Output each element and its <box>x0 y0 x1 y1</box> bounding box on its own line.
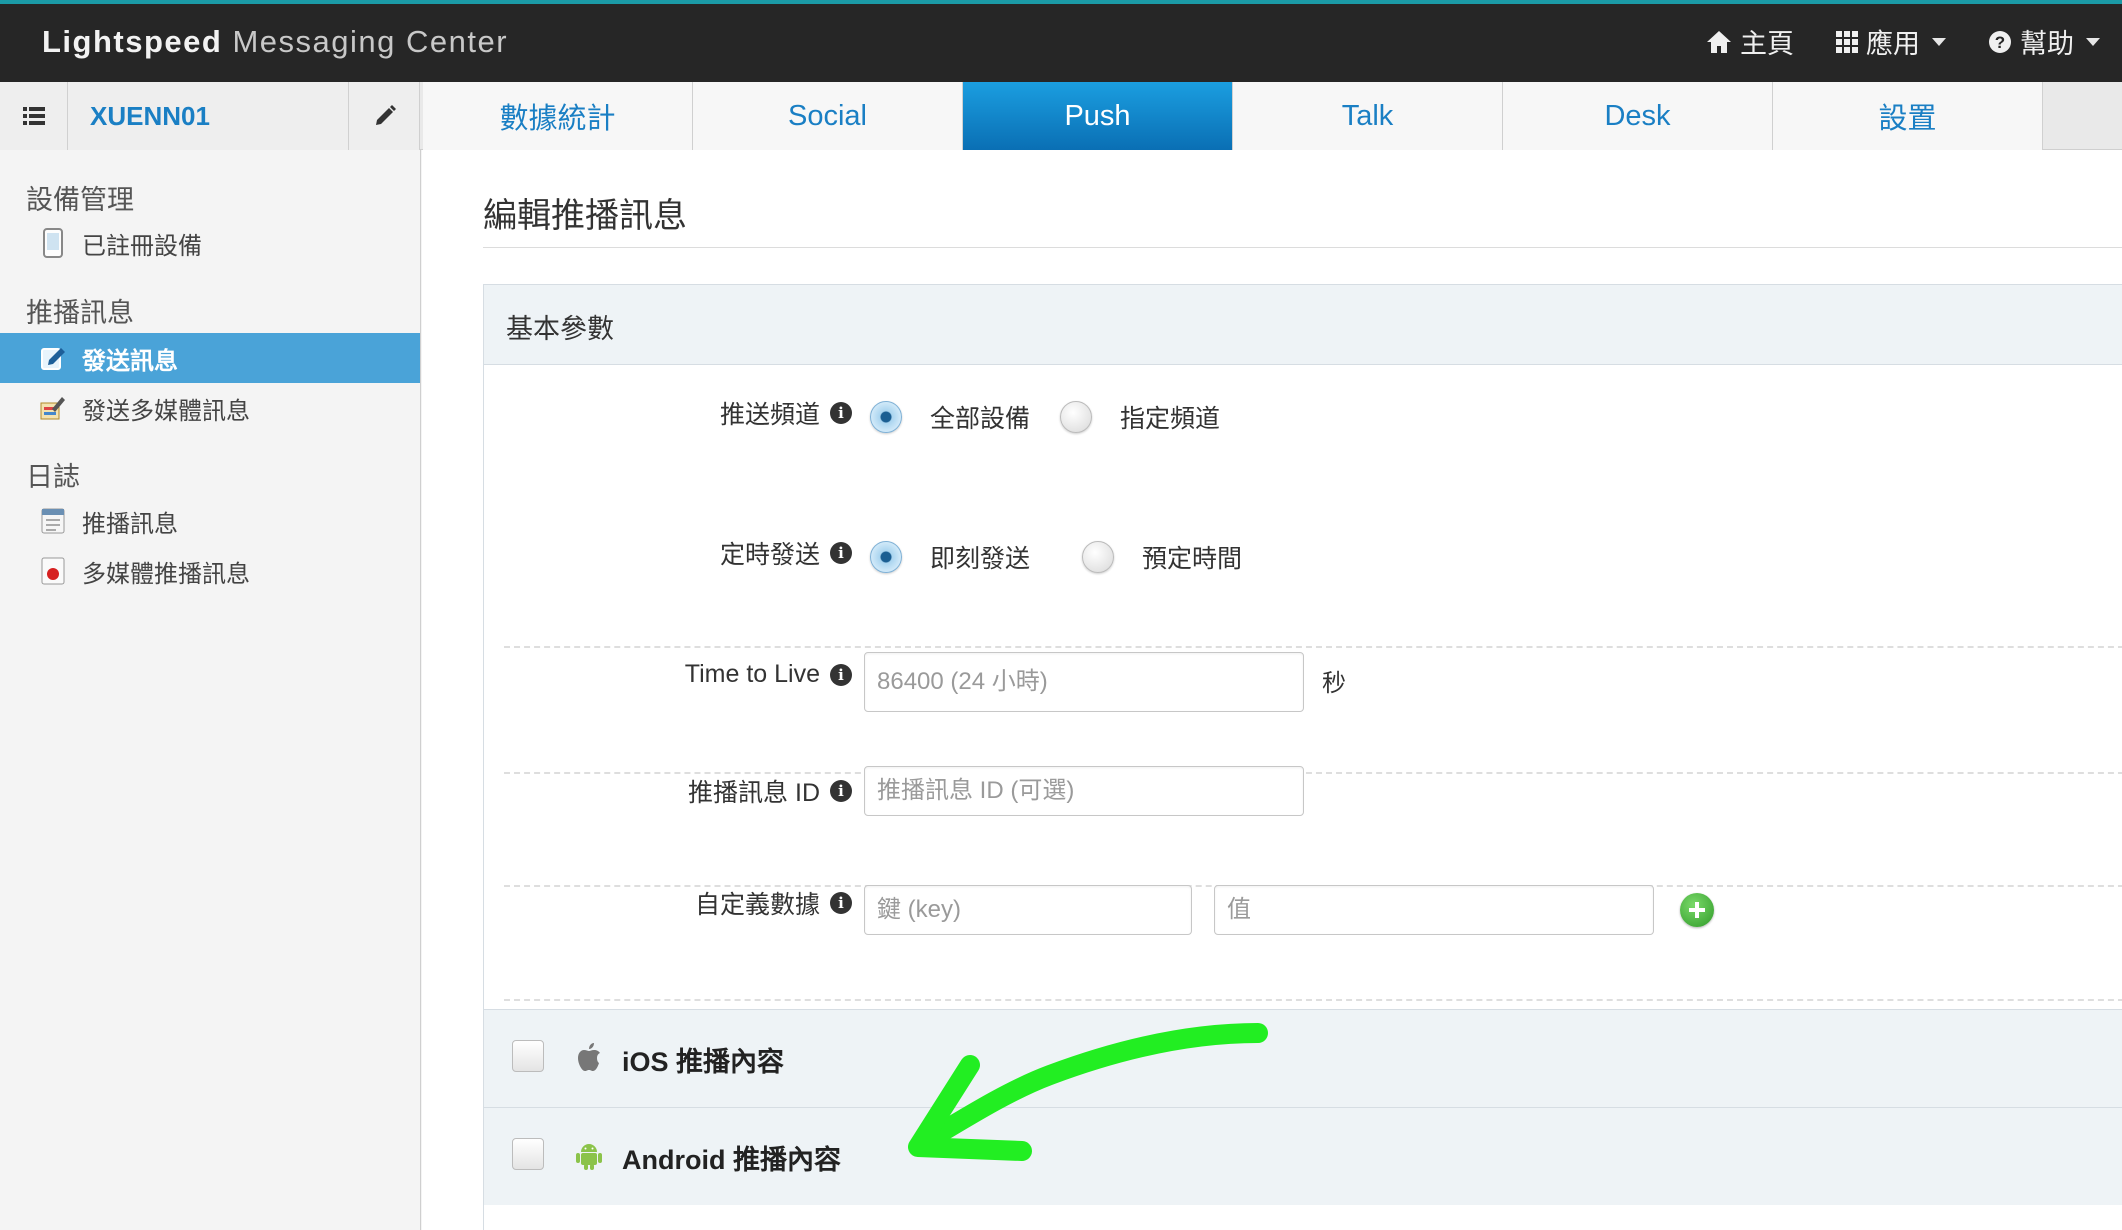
sidebar: 設備管理 已註冊設備 推播訊息 發送訊息 發送多媒體訊息 日誌 推播訊息 多媒體… <box>0 150 421 1230</box>
home-icon <box>1707 30 1731 53</box>
android-section-checkbox[interactable] <box>512 1138 544 1170</box>
plus-icon <box>1689 902 1705 918</box>
app-name[interactable]: XUENN01 <box>90 101 210 132</box>
channel-label: 推送頻道 i <box>720 395 852 431</box>
main-tabs: 數據統計 Social Push Talk Desk 設置 <box>423 82 2043 166</box>
edit-message-icon <box>40 343 66 373</box>
panel-title: 基本參數 <box>506 314 614 344</box>
basic-params-panel: 基本參數 推送頻道 i 全部設備 指定頻道 定時發送 i 即刻發送 預定時間 T… <box>483 284 2122 1230</box>
info-icon[interactable]: i <box>830 892 852 914</box>
push-id-label-text: 推播訊息 ID <box>688 779 820 807</box>
chevron-down-icon <box>1932 37 1946 46</box>
home-link[interactable]: 主頁 <box>1706 22 1794 61</box>
apps-label: 應用 <box>1866 29 1920 59</box>
custom-key-input[interactable] <box>864 885 1192 935</box>
top-bar: Lightspeed Messaging Center 主頁 應用 ? 幫助 <box>0 0 2122 82</box>
info-icon[interactable]: i <box>830 780 852 802</box>
channel-all-devices-label[interactable]: 全部設備 <box>930 399 1030 435</box>
sidebar-item-send-message[interactable]: 發送訊息 <box>0 333 420 383</box>
help-icon: ? <box>1989 30 2011 53</box>
schedule-now-label[interactable]: 即刻發送 <box>930 539 1030 575</box>
android-section-row: Android 推播內容 <box>484 1107 2122 1205</box>
android-icon <box>576 1144 602 1170</box>
sidebar-heading-logs: 日誌 <box>26 462 80 492</box>
divider <box>504 999 2122 1001</box>
svg-text:?: ? <box>1995 33 2005 52</box>
info-icon[interactable]: i <box>830 542 852 564</box>
push-id-label: 推播訊息 ID i <box>688 773 852 809</box>
sidebar-heading-push-messages: 推播訊息 <box>26 298 134 328</box>
log-icon <box>40 506 66 536</box>
help-label: 幫助 <box>2020 29 2074 59</box>
ttl-label-text: Time to Live <box>684 660 820 688</box>
channel-label-text: 推送頻道 <box>719 401 820 429</box>
custom-value-input[interactable] <box>1214 885 1654 935</box>
ttl-label: Time to Live i <box>685 660 852 689</box>
apple-icon <box>578 1043 600 1071</box>
sidebar-item-label: 已註冊設備 <box>82 232 202 260</box>
channel-specific-label[interactable]: 指定頻道 <box>1120 399 1220 435</box>
sidebar-item-label: 發送多媒體訊息 <box>82 397 250 425</box>
edit-app-button[interactable] <box>348 82 420 150</box>
page-title: 編輯推播訊息 <box>483 197 687 235</box>
menu-toggle-button[interactable] <box>0 82 68 150</box>
tab-push[interactable]: Push <box>963 82 1233 166</box>
tab-statistics[interactable]: 數據統計 <box>423 82 693 150</box>
sidebar-heading-device-management: 設備管理 <box>26 185 134 215</box>
sidebar-item-label: 推播訊息 <box>82 510 178 538</box>
list-icon <box>22 107 45 125</box>
sidebar-item-label: 發送訊息 <box>82 347 178 375</box>
custom-data-label-text: 自定義數據 <box>694 891 820 919</box>
sidebar-item-label: 多媒體推播訊息 <box>82 560 250 588</box>
help-menu[interactable]: ? 幫助 <box>1988 22 2100 61</box>
tab-settings[interactable]: 設置 <box>1773 82 2043 150</box>
ttl-unit: 秒 <box>1322 670 1346 697</box>
chevron-down-icon <box>2086 37 2100 46</box>
divider <box>483 247 2122 248</box>
tab-social[interactable]: Social <box>693 82 963 150</box>
app-selector: XUENN01 <box>0 82 420 150</box>
sidebar-item-multimedia-log[interactable]: 多媒體推播訊息 <box>0 546 420 596</box>
channel-specific-radio[interactable] <box>1060 401 1092 433</box>
apps-menu[interactable]: 應用 <box>1836 22 1946 61</box>
schedule-label: 定時發送 i <box>720 535 852 571</box>
sidebar-item-push-log[interactable]: 推播訊息 <box>0 496 420 546</box>
add-custom-data-button[interactable] <box>1680 893 1714 927</box>
tab-talk[interactable]: Talk <box>1233 82 1503 150</box>
ttl-input[interactable] <box>864 652 1304 712</box>
top-nav: 主頁 應用 ? 幫助 <box>1664 22 2100 61</box>
custom-data-label: 自定義數據 i <box>695 885 852 921</box>
annotation-arrow <box>908 1023 1268 1161</box>
brand-logo[interactable]: Lightspeed Messaging Center <box>42 24 508 60</box>
multimedia-log-icon <box>40 556 66 586</box>
pencil-icon <box>375 105 396 125</box>
android-section-label[interactable]: Android 推播內容 <box>622 1138 841 1177</box>
channel-all-devices-radio[interactable] <box>870 401 902 433</box>
tab-desk[interactable]: Desk <box>1503 82 1773 150</box>
panel-header: 基本參數 <box>484 285 2122 365</box>
multimedia-message-icon <box>40 393 66 423</box>
divider <box>504 646 2122 648</box>
grid-icon <box>1836 30 1858 53</box>
sidebar-item-registered-devices[interactable]: 已註冊設備 <box>0 218 420 268</box>
home-label: 主頁 <box>1740 29 1794 59</box>
info-icon[interactable]: i <box>830 402 852 424</box>
schedule-label-text: 定時發送 <box>719 541 820 569</box>
push-id-input[interactable] <box>864 766 1304 816</box>
device-icon <box>40 228 66 258</box>
app-bar: XUENN01 數據統計 Social Push Talk Desk 設置 <box>0 82 2122 166</box>
brand-name: Lightspeed <box>42 24 223 59</box>
info-icon[interactable]: i <box>830 663 852 686</box>
schedule-later-label[interactable]: 預定時間 <box>1142 539 1242 575</box>
ios-section-checkbox[interactable] <box>512 1040 544 1072</box>
ios-section-label[interactable]: iOS 推播內容 <box>622 1040 784 1079</box>
ios-section-row: iOS 推播內容 <box>484 1009 2122 1107</box>
schedule-now-radio[interactable] <box>870 541 902 573</box>
schedule-later-radio[interactable] <box>1082 541 1114 573</box>
brand-subtitle: Messaging Center <box>232 24 509 59</box>
sidebar-item-send-multimedia[interactable]: 發送多媒體訊息 <box>0 383 420 433</box>
